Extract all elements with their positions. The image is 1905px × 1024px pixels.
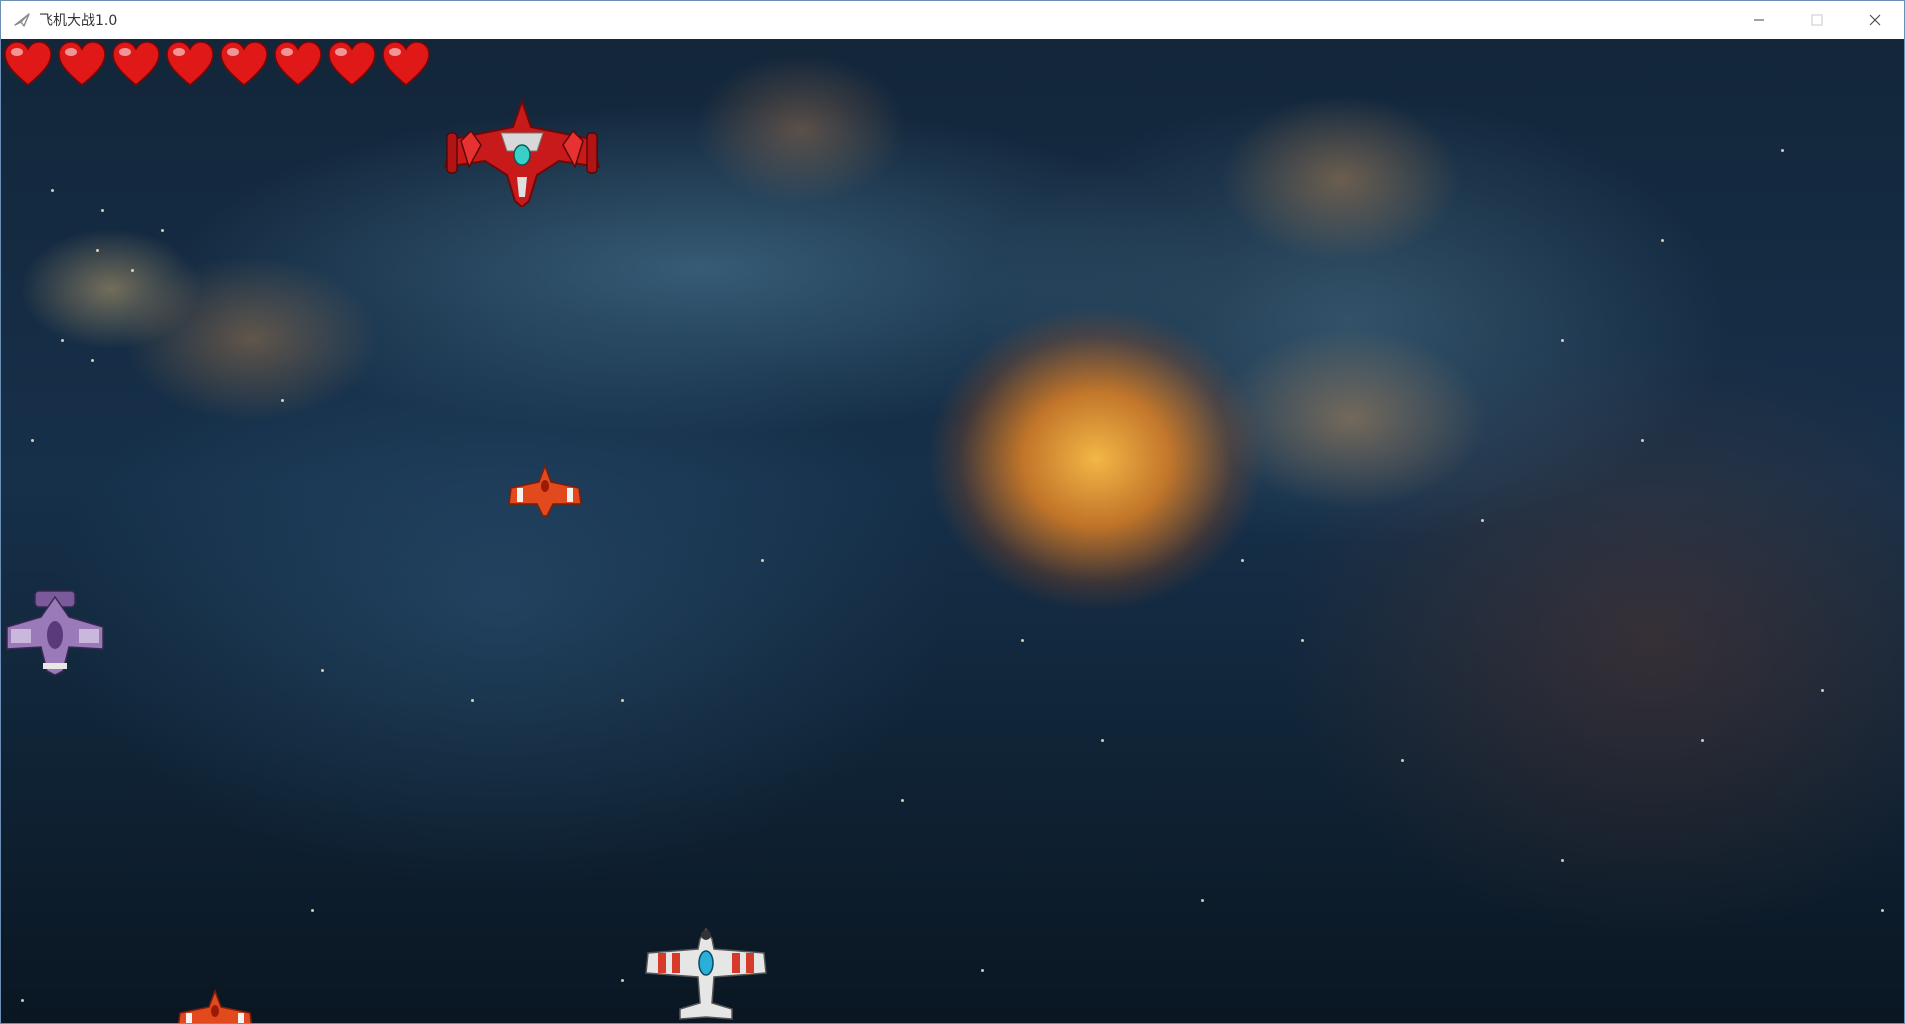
maximize-icon [1811, 14, 1823, 26]
heart-icon [112, 41, 160, 86]
app-icon [11, 9, 33, 31]
heart-icon [4, 41, 52, 86]
game-canvas[interactable] [1, 39, 1904, 1024]
star-speck [1561, 859, 1564, 862]
close-button[interactable] [1846, 1, 1904, 39]
star-speck [471, 699, 474, 702]
game-window: 飞机大战1.0 [0, 0, 1905, 1024]
star-speck [1781, 149, 1784, 152]
star-speck [91, 359, 94, 362]
star-speck [1201, 899, 1204, 902]
star-speck [161, 229, 164, 232]
minimize-icon [1754, 19, 1764, 21]
star-speck [31, 439, 34, 442]
star-speck [311, 909, 314, 912]
enemy-small-plane-icon [508, 464, 582, 517]
enemy-small-plane-icon [177, 989, 253, 1023]
window-title: 飞机大战1.0 [39, 13, 118, 29]
player-plane-icon[interactable] [644, 927, 768, 1024]
star-speck [1881, 909, 1884, 912]
enemy-boss-plane-icon [443, 97, 601, 207]
star-speck [901, 799, 904, 802]
star-speck [96, 249, 99, 252]
heart-icon [58, 41, 106, 86]
star-speck [1701, 739, 1704, 742]
title-bar: 飞机大战1.0 [1, 1, 1904, 39]
star-speck [61, 339, 64, 342]
heart-icon [220, 41, 268, 86]
heart-icon [166, 41, 214, 86]
star-speck [1561, 339, 1564, 342]
minimize-button[interactable] [1730, 1, 1788, 39]
star-speck [621, 699, 624, 702]
close-icon [1869, 14, 1881, 26]
star-speck [1821, 689, 1824, 692]
lives-indicator [3, 41, 431, 87]
heart-icon [274, 41, 322, 86]
star-speck [621, 979, 624, 982]
star-speck [101, 209, 104, 212]
star-speck [131, 269, 134, 272]
star-speck [281, 399, 284, 402]
heart-icon [382, 41, 430, 86]
star-speck [51, 189, 54, 192]
star-speck [321, 669, 324, 672]
star-speck [1021, 639, 1024, 642]
window-controls [1730, 1, 1904, 39]
star-speck [1101, 739, 1104, 742]
star-speck [1301, 639, 1304, 642]
star-speck [1641, 439, 1644, 442]
heart-icon [328, 41, 376, 86]
star-speck [1661, 239, 1664, 242]
star-speck [1401, 759, 1404, 762]
star-speck [1241, 559, 1244, 562]
star-speck [761, 559, 764, 562]
enemy-medium-plane-icon [6, 590, 104, 676]
star-speck [1481, 519, 1484, 522]
maximize-button[interactable] [1788, 1, 1846, 39]
star-speck [981, 969, 984, 972]
star-speck [21, 999, 24, 1002]
